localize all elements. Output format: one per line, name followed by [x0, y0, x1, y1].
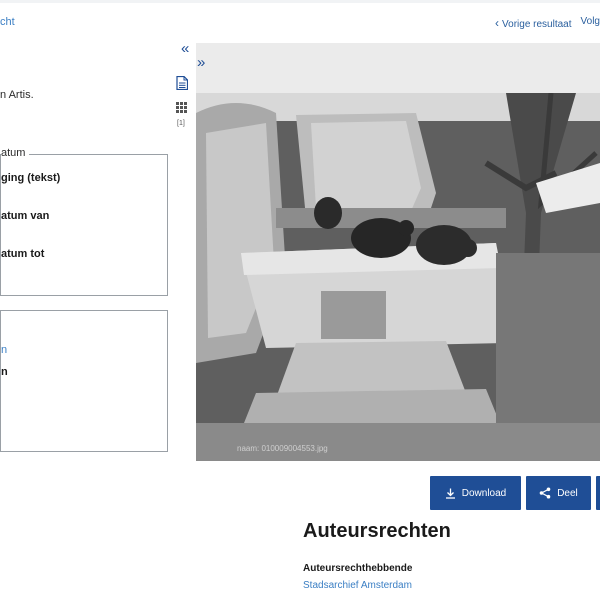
copyright-heading: Auteursrechten — [303, 520, 451, 542]
download-label: Download — [461, 487, 507, 499]
datum-row-to: atum tot — [1, 248, 45, 260]
more-actions-button[interactable] — [596, 476, 600, 510]
archive-photo-bears[interactable] — [196, 93, 600, 461]
secondary-panel: n n — [0, 310, 168, 452]
secondary-panel-link[interactable]: n — [1, 344, 7, 356]
top-border — [0, 0, 600, 3]
share-icon — [539, 487, 551, 499]
datum-panel-legend: atum — [1, 147, 30, 159]
secondary-panel-label: n — [1, 366, 8, 378]
download-button[interactable]: Download — [430, 476, 521, 510]
chevron-left-icon: ‹ — [495, 16, 500, 30]
previous-result-label: Vorige resultaat — [502, 19, 572, 30]
copyright-holder-link[interactable]: Stadsarchief Amsterdam — [303, 580, 412, 591]
grid-view-icon[interactable] — [176, 102, 187, 113]
image-filename: naam: 010009004553.jpg — [237, 444, 328, 453]
back-to-results-link[interactable]: cht — [0, 16, 15, 28]
share-button[interactable]: Deel — [526, 476, 591, 510]
next-result-link[interactable]: Volg — [581, 16, 600, 30]
document-icon[interactable] — [176, 76, 188, 90]
share-label: Deel — [557, 487, 578, 499]
bear-enclosure-photo — [196, 93, 600, 461]
expand-panel-icon[interactable]: » — [197, 55, 205, 70]
result-navigation: ‹ Vorige resultaat Volg — [495, 16, 600, 30]
image-count: [1] — [177, 120, 185, 127]
download-icon — [445, 488, 455, 499]
copyright-holder-label: Auteursrechthebbende — [303, 563, 413, 574]
previous-result-link[interactable]: ‹ Vorige resultaat — [495, 16, 572, 30]
datum-row-from: atum van — [1, 210, 50, 222]
datum-panel: atum ging (tekst) atum van atum tot — [0, 147, 168, 296]
collapse-panel-icon[interactable]: « — [181, 41, 189, 56]
description-text: n Artis. — [0, 89, 34, 101]
datum-row-text: ging (tekst) — [1, 172, 61, 184]
viewer-toolbar — [196, 43, 600, 93]
